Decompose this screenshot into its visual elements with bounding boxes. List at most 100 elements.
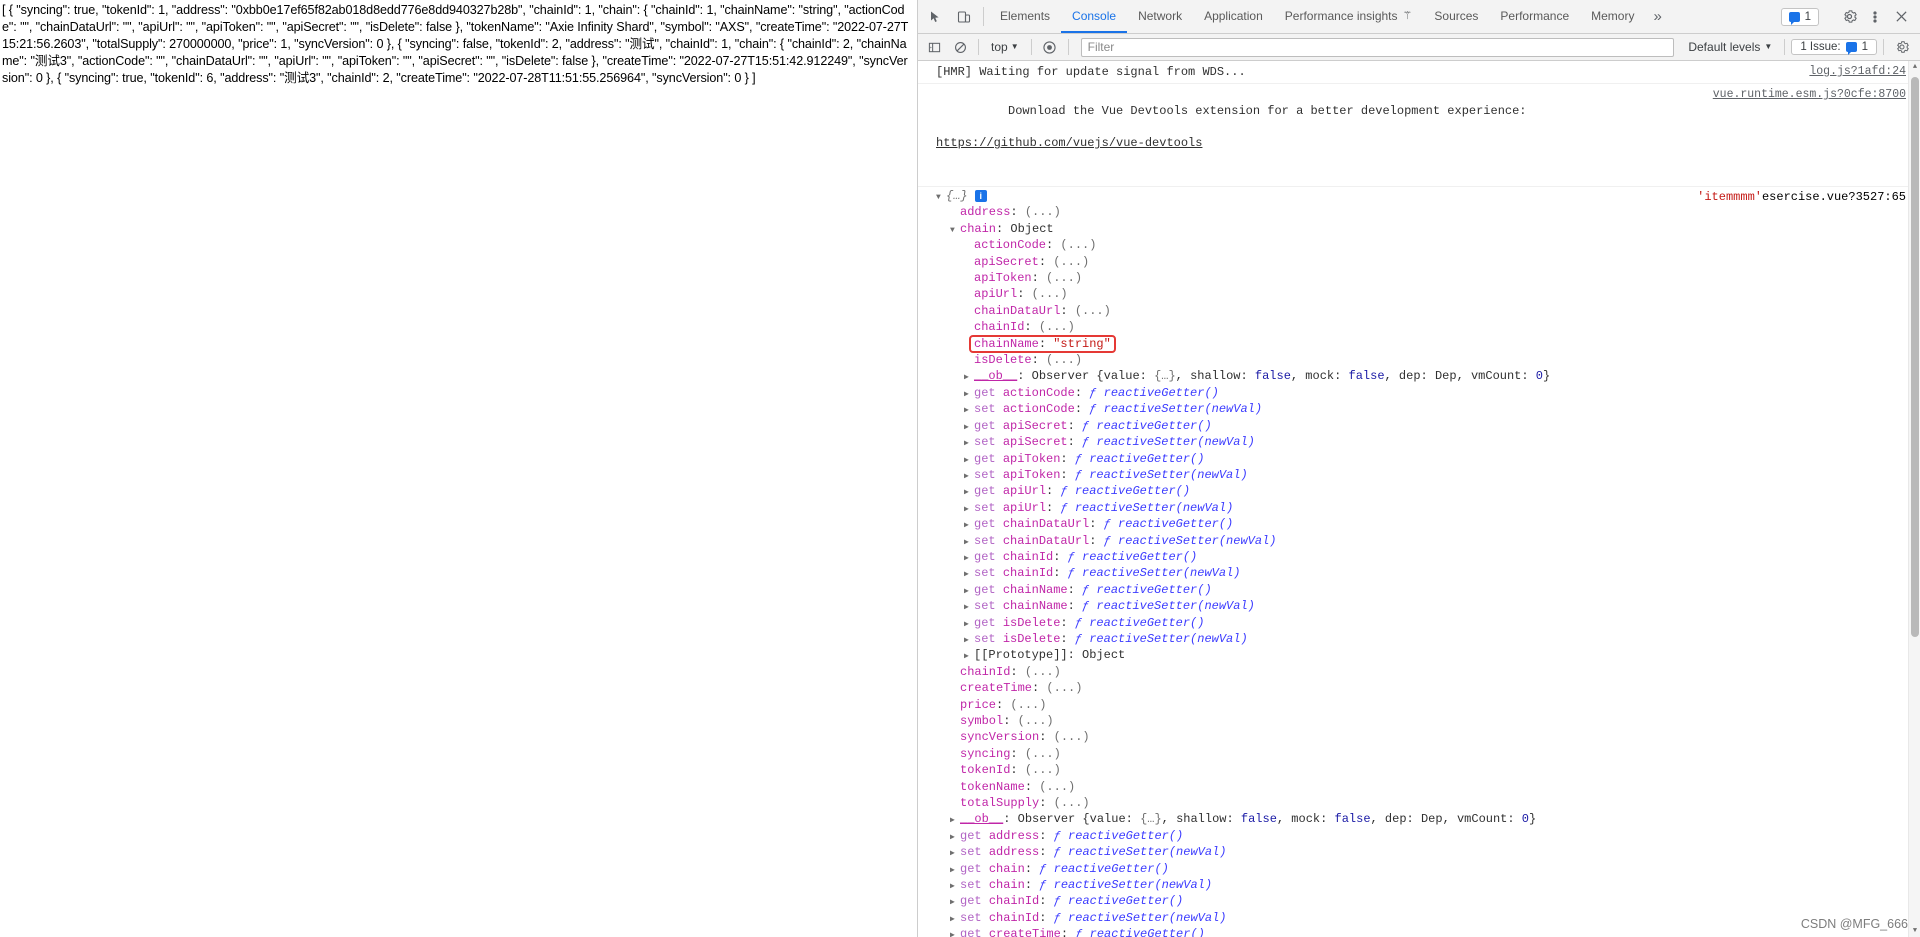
expand-triangle-right[interactable]: ▶ — [964, 437, 974, 451]
object-tree-row[interactable]: apiSecret: (...) — [918, 255, 1550, 271]
object-tree-row[interactable]: syncing: (...) — [918, 747, 1550, 763]
expand-triangle-right[interactable]: ▶ — [964, 519, 974, 533]
object-tree-row[interactable]: ▶ __ob__: Observer {value: {…}, shallow: … — [918, 812, 1550, 828]
expand-triangle-right[interactable]: ▶ — [950, 896, 960, 910]
expand-triangle-right[interactable]: ▶ — [964, 585, 974, 599]
expand-triangle-right[interactable]: ▶ — [950, 814, 960, 828]
object-tree-row[interactable]: ▶ set apiSecret: ƒ reactiveSetter(newVal) — [918, 435, 1550, 451]
object-tree-row[interactable]: syncVersion: (...) — [918, 730, 1550, 746]
object-tree-row[interactable]: ▶ get chainId: ƒ reactiveGetter() — [918, 550, 1550, 566]
object-tree-row[interactable]: ▶ get address: ƒ reactiveGetter() — [918, 829, 1550, 845]
expand-triangle-right[interactable]: ▶ — [950, 847, 960, 861]
object-tree-root[interactable]: ▼ {…} i — [918, 189, 1550, 205]
object-tree-row[interactable]: ▶ get apiSecret: ƒ reactiveGetter() — [918, 419, 1550, 435]
expand-triangle-right[interactable]: ▶ — [964, 536, 974, 550]
console-message-vue-devtools[interactable]: Download the Vue Devtools extension for … — [918, 84, 1920, 187]
object-tree-row[interactable]: ▶ set apiUrl: ƒ reactiveSetter(newVal) — [918, 501, 1550, 517]
inspect-element-icon[interactable] — [922, 0, 950, 33]
console-message-list[interactable]: [HMR] Waiting for update signal from WDS… — [918, 61, 1920, 937]
object-tree-row[interactable]: ▶ get actionCode: ƒ reactiveGetter() — [918, 386, 1550, 402]
tab-elements[interactable]: Elements — [989, 0, 1061, 33]
expand-triangle-right[interactable]: ▶ — [964, 618, 974, 632]
object-tree-row[interactable]: ▶ set apiToken: ƒ reactiveSetter(newVal) — [918, 468, 1550, 484]
object-tree-row[interactable]: ▶ get isDelete: ƒ reactiveGetter() — [918, 616, 1550, 632]
object-tree-row[interactable]: ▶ get chainName: ƒ reactiveGetter() — [918, 583, 1550, 599]
console-sidebar-icon[interactable] — [922, 36, 946, 58]
console-source-link-1[interactable]: vue.runtime.esm.js?0cfe:8700 — [1713, 87, 1906, 103]
more-options-icon[interactable] — [1862, 4, 1888, 30]
expand-triangle-right[interactable]: ▶ — [964, 404, 974, 418]
expand-triangle-right[interactable]: ▶ — [964, 503, 974, 517]
object-tree-row[interactable]: ▶ get chainId: ƒ reactiveGetter() — [918, 894, 1550, 910]
object-tree-row[interactable]: ▶ set chain: ƒ reactiveSetter(newVal) — [918, 878, 1550, 894]
scroll-down-arrow-icon[interactable]: ▼ — [1909, 925, 1920, 937]
expand-triangle-right[interactable]: ▶ — [964, 454, 974, 468]
more-tabs-icon[interactable]: » — [1645, 0, 1669, 33]
expand-triangle-down-root[interactable]: ▼ — [936, 191, 946, 205]
console-scroll-thumb[interactable] — [1911, 77, 1919, 637]
object-tree-row[interactable]: chainDataUrl: (...) — [918, 304, 1550, 320]
expand-triangle-right[interactable]: ▶ — [964, 568, 974, 582]
expand-triangle-right[interactable]: ▶ — [950, 864, 960, 878]
object-tree-row[interactable]: price: (...) — [918, 698, 1550, 714]
expand-triangle-right[interactable]: ▶ — [964, 421, 974, 435]
log-levels-select[interactable]: Default levels ▼ — [1682, 40, 1778, 54]
object-tree-row[interactable]: apiToken: (...) — [918, 271, 1550, 287]
expand-triangle-right[interactable]: ▶ — [964, 371, 974, 385]
expand-triangle-right[interactable]: ▶ — [950, 880, 960, 894]
execution-context-select[interactable]: top ▼ — [985, 40, 1025, 54]
console-source-link-0[interactable]: log.js?1afd:24 — [1809, 64, 1906, 80]
object-tree-row[interactable]: tokenId: (...) — [918, 763, 1550, 779]
expand-triangle-right[interactable]: ▶ — [964, 601, 974, 615]
object-tree-row[interactable]: ▶ get apiToken: ƒ reactiveGetter() — [918, 452, 1550, 468]
object-tree-row[interactable]: tokenName: (...) — [918, 780, 1550, 796]
live-expression-icon[interactable] — [1038, 36, 1062, 58]
object-tree-row[interactable]: chainId: (...) — [918, 320, 1550, 336]
console-settings-gear-icon[interactable] — [1890, 36, 1914, 58]
tab-network[interactable]: Network — [1127, 0, 1193, 33]
console-object-entry[interactable]: ▼ {…} i address: (...) ▼ chain: Object acti… — [918, 187, 1920, 937]
messages-badge[interactable]: 1 — [1780, 7, 1819, 26]
object-tree-row[interactable]: isDelete: (...) — [918, 353, 1550, 369]
object-tree-row[interactable]: apiUrl: (...) — [918, 287, 1550, 303]
expand-triangle-right[interactable]: ▶ — [950, 929, 960, 937]
object-tree-row[interactable]: totalSupply: (...) — [918, 796, 1550, 812]
object-tree-row[interactable]: ▶ set chainId: ƒ reactiveSetter(newVal) — [918, 566, 1550, 582]
issues-badge[interactable]: 1 Issue: 1 — [1791, 39, 1877, 55]
expand-triangle-right[interactable]: ▶ — [964, 470, 974, 484]
expand-triangle-right[interactable]: ▶ — [964, 650, 974, 664]
device-toolbar-icon[interactable] — [950, 0, 978, 33]
tab-performance[interactable]: Performance — [1489, 0, 1580, 33]
object-tree-row[interactable]: chainName: "string" — [918, 334, 1550, 354]
tab-console[interactable]: Console — [1061, 0, 1128, 33]
object-tree-row[interactable]: ▶ set address: ƒ reactiveSetter(newVal) — [918, 845, 1550, 861]
scroll-up-arrow-icon[interactable]: ▲ — [1909, 61, 1920, 73]
tab-sources[interactable]: Sources — [1423, 0, 1489, 33]
info-icon[interactable]: i — [974, 190, 987, 202]
console-filter-input[interactable] — [1080, 37, 1675, 57]
expand-triangle-right[interactable]: ▶ — [964, 486, 974, 500]
object-tree-row[interactable]: actionCode: (...) — [918, 238, 1550, 254]
object-tree-row[interactable]: chainId: (...) — [918, 665, 1550, 681]
tab-application[interactable]: Application — [1193, 0, 1274, 33]
object-tree-row[interactable]: ▶ get chainDataUrl: ƒ reactiveGetter() — [918, 517, 1550, 533]
close-icon[interactable] — [1888, 4, 1914, 30]
object-tree-row[interactable]: ▶ get createTime: ƒ reactiveGetter() — [918, 927, 1550, 937]
console-scrollbar[interactable]: ▲ ▼ — [1908, 61, 1920, 937]
vue-devtools-url-link[interactable]: https://github.com/vuejs/vue-devtools — [936, 135, 1527, 151]
object-tree-row[interactable]: ▶ set chainName: ƒ reactiveSetter(newVal) — [918, 599, 1550, 615]
object-tree-row[interactable]: ▼ chain: Object — [918, 222, 1550, 238]
object-tree-row[interactable]: ▶ set isDelete: ƒ reactiveSetter(newVal) — [918, 632, 1550, 648]
expand-triangle-right[interactable]: ▶ — [964, 388, 974, 402]
console-source-link-2[interactable]: esercise.vue?3527:65 — [1762, 190, 1906, 204]
object-tree-row[interactable]: ▶ __ob__: Observer {value: {…}, shallow: … — [918, 369, 1550, 385]
object-tree-row[interactable]: ▶ set chainDataUrl: ƒ reactiveSetter(newV… — [918, 534, 1550, 550]
console-message-hmr[interactable]: [HMR] Waiting for update signal from WDS… — [918, 61, 1920, 84]
object-tree-row[interactable]: ▶ get chain: ƒ reactiveGetter() — [918, 862, 1550, 878]
expand-triangle-right[interactable]: ▶ — [950, 913, 960, 927]
object-tree-row[interactable]: address: (...) — [918, 205, 1550, 221]
expand-triangle-down[interactable]: ▼ — [950, 224, 960, 238]
clear-console-icon[interactable] — [948, 36, 972, 58]
object-tree-row[interactable]: ▶ [[Prototype]]: Object — [918, 648, 1550, 664]
gear-icon[interactable] — [1836, 4, 1862, 30]
